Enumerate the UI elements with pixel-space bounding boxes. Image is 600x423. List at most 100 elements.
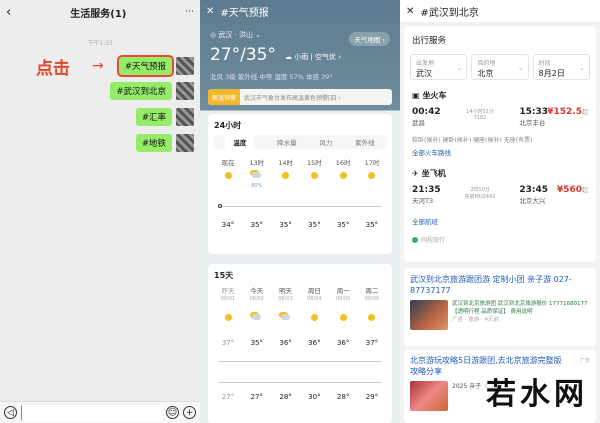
day-label: 昨天 <box>221 287 235 295</box>
flight-middle: 2时10分 东航MU2442 <box>441 185 520 200</box>
ad-thumbnail <box>410 300 448 330</box>
temperature-range: 27°/35° <box>210 45 276 65</box>
cloud-sun-icon <box>281 314 291 320</box>
hourly-title: 24小时 <box>214 121 242 130</box>
day-date: 08/06 <box>364 296 380 302</box>
hour-temp: 35° <box>336 221 350 229</box>
ad-title-text: 武汉到北京旅游跟团游 定制小团 亲子游 027-87737177 <box>410 275 572 295</box>
destination-select[interactable]: 目的地 北京 ⌄ <box>471 54 529 80</box>
cloud-sun-icon <box>252 314 262 320</box>
day-low: 27° <box>250 393 263 401</box>
destination-value: 北京 <box>477 69 494 78</box>
emoji-icon[interactable]: ☺ <box>166 406 179 419</box>
day-high: 35° <box>250 339 263 347</box>
tab-precipitation[interactable]: 降水量 <box>277 137 297 147</box>
weather-panel: ✕ #天气预报 ◎ 武汉 · 洪山 ⌄ 天气地图 › 27°/35° ☁ 小雨 … <box>200 0 400 423</box>
day-date: 08/05 <box>335 296 351 302</box>
sun-icon <box>282 172 290 179</box>
day-dates: 08/01 08/02 08/03 08/04 08/05 08/06 <box>208 296 392 302</box>
daily-title: 15天 <box>214 271 234 280</box>
message-input[interactable] <box>21 404 162 421</box>
airplane-icon: ✈ <box>412 169 419 178</box>
chat-message-exchange[interactable]: #汇率 <box>135 108 172 126</box>
ad-thumbnail <box>410 381 448 411</box>
flight-dep-time: 21:35 <box>412 185 441 195</box>
sun-icon <box>339 314 347 321</box>
avatar[interactable] <box>176 82 194 100</box>
provider-icon <box>412 236 418 243</box>
daily-forecast-card: 15天 昨天 今天 明天 周日 周一 周二 08/01 08/02 08/03 … <box>208 264 392 423</box>
weather-details: 北风 3级 紫外线 中等 湿度 57% 体感 39° <box>210 73 333 81</box>
flight-result[interactable]: 21:35 天河T3 2时10分 东航MU2442 23:45 北京大兴 ¥56… <box>404 185 596 213</box>
plus-icon[interactable]: + <box>183 406 196 419</box>
weather-alert[interactable]: 高温预警 武汉市气象台发布高温黄色预警[四 › <box>208 89 392 105</box>
hour-temp: 35° <box>308 221 321 229</box>
chat-message-weather[interactable]: #天气预报 <box>116 55 175 77</box>
avatar[interactable] <box>176 108 194 126</box>
location-selector[interactable]: ◎ 武汉 · 洪山 ⌄ <box>210 30 261 40</box>
sun-icon <box>224 314 232 321</box>
provider-row: 同程旅行 <box>404 229 596 244</box>
more-icon[interactable]: ··· <box>185 7 194 17</box>
train-price-suffix: 起 <box>581 109 588 116</box>
origin-value: 武汉 <box>416 69 432 78</box>
avatar[interactable] <box>176 134 194 152</box>
train-section-title: ▣ 坐火车 <box>404 90 596 101</box>
tab-uv[interactable]: 紫外线 <box>355 137 375 147</box>
date-value: 8月2日 <box>538 69 565 78</box>
hour-precip: 80% <box>251 183 263 189</box>
train-price-value: ¥152.5 <box>547 107 582 117</box>
day-low: 30° <box>308 393 321 401</box>
hour-precip <box>331 183 355 190</box>
train-seats: 软卧(候补) 硬卧(候补) 硬座(候补) 无座(有票) <box>412 137 533 144</box>
hour-precip-row: 80% <box>208 183 392 190</box>
voice-icon[interactable]: ◁ <box>4 406 17 419</box>
hour-label: 14时 <box>278 159 293 167</box>
hour-precip <box>360 183 384 190</box>
hour-label: 16时 <box>335 159 351 167</box>
travel-header: ✕ #武汉到北京 <box>400 0 600 22</box>
sun-icon <box>224 172 232 179</box>
ad-card-tour[interactable]: 武汉到北京旅游跟团游 定制小团 亲子游 027-87737177 武汉到北京旅游… <box>404 268 596 346</box>
date-label: 时间 <box>538 60 551 67</box>
train-result[interactable]: 00:42 武昌 14小时51分 T182 15:33 北京丰台 ¥152.5起 <box>404 107 596 135</box>
chat-message-metro[interactable]: #地铁 <box>135 134 172 152</box>
flight-number: 东航MU2442 <box>464 194 496 200</box>
chat-message-route[interactable]: #武汉到北京 <box>110 82 172 100</box>
cloud-sun-icon <box>252 172 262 178</box>
ad-body: 武汉到北京旅游团 武汉到北京旅游报价 17771680177【透明行程 品质保证… <box>404 296 596 334</box>
tab-wind[interactable]: 风力 <box>319 137 332 147</box>
origin-select[interactable]: 出发地 武汉 ⌄ <box>410 54 468 80</box>
all-flights-link[interactable]: 全部航班 <box>404 213 596 229</box>
hour-precip <box>216 183 240 190</box>
ad-body-text: 武汉到北京旅游团 武汉到北京旅游报价 17771680177【透明行程 品质保证… <box>452 301 588 315</box>
flight-arr-time: 23:45 <box>519 185 548 195</box>
day-high: 36° <box>336 339 350 347</box>
alert-tag: 高温预警 <box>208 89 241 105</box>
sun-icon <box>310 172 318 179</box>
day-icons <box>208 314 392 323</box>
flight-price-value: ¥560 <box>556 185 582 195</box>
date-select[interactable]: 时间 8月2日 ⌄ <box>532 54 590 80</box>
hour-temps: 34° 35° 35° 35° 35° 35° <box>208 221 392 229</box>
train-icon: ▣ <box>412 91 420 100</box>
hour-icons <box>208 172 392 181</box>
day-date: 08/02 <box>249 296 264 302</box>
day-label: 今天 <box>250 287 264 295</box>
sun-icon <box>368 314 376 321</box>
avatar[interactable] <box>176 57 194 75</box>
hour-label: 现在 <box>221 159 235 167</box>
train-dep-station: 武昌 <box>412 119 425 127</box>
close-icon[interactable]: ✕ <box>206 6 214 17</box>
day-high: 36° <box>308 339 321 347</box>
day-label: 周日 <box>307 287 321 295</box>
weather-condition[interactable]: ☁ 小雨 | 空气优 › <box>285 52 341 62</box>
all-train-routes-link[interactable]: 全部火车路线 <box>404 144 596 160</box>
flight-arr-station: 北京大兴 <box>519 197 546 205</box>
ad-description: 武汉到北京旅游团 武汉到北京旅游报价 17771680177【透明行程 品质保证… <box>452 300 590 330</box>
tab-temperature[interactable]: 温度 <box>225 135 255 149</box>
weather-map-button[interactable]: 天气地图 › <box>349 32 390 46</box>
close-icon[interactable]: ✕ <box>406 6 414 17</box>
chat-input-bar: ◁ ☺ + <box>0 401 200 423</box>
train-duration: 14小时51分 <box>466 109 494 115</box>
